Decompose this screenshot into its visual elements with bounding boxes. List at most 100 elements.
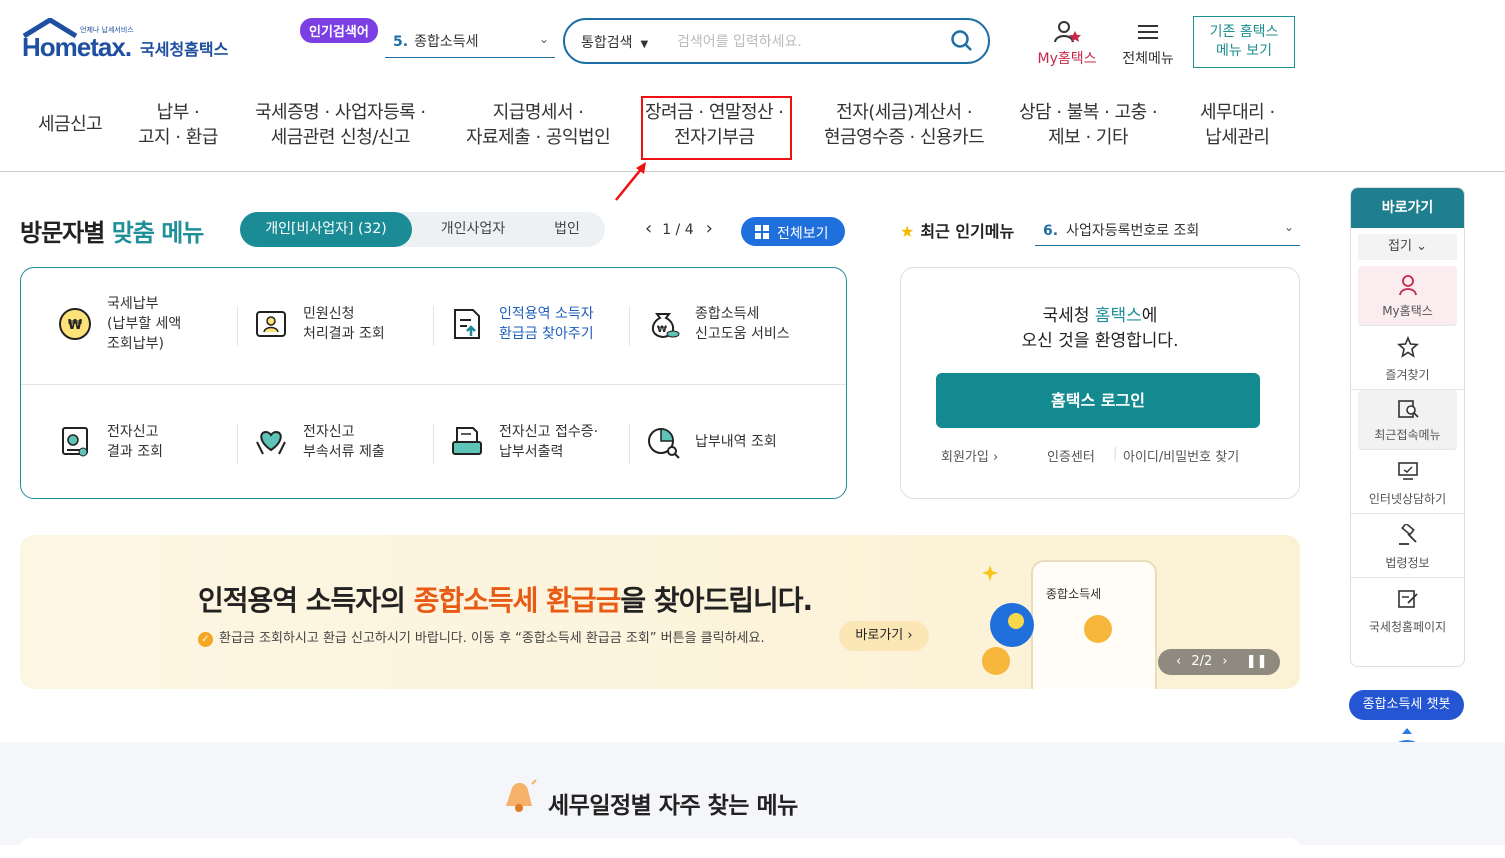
refund-document-icon: [454, 309, 480, 339]
popular-menu-value: 사업자등록번호로 조회: [1066, 223, 1200, 239]
chatbot-button[interactable]: 종합소득세 챗봇: [1349, 690, 1464, 720]
menu-pager: ‹ 1 / 4 ›: [645, 218, 713, 239]
popular-keyword: 종합소득세: [414, 34, 479, 50]
signup-link[interactable]: 회원가입 ›: [941, 446, 998, 465]
popular-search-select[interactable]: 5. 종합소득세 ⌄: [385, 24, 555, 58]
welcome-b: 에: [1141, 306, 1158, 326]
nav-e-invoice[interactable]: 전자(세금)계산서 · 현금영수증 · 신용카드: [824, 100, 985, 150]
tab-corporation[interactable]: 법인: [532, 212, 602, 247]
menu-item-label: 인적용역 소득자 환급금 찾아주기: [499, 306, 594, 342]
menu-item-label: 전자신고 부속서류 제출: [303, 424, 385, 460]
quick-item-label: 국세청홈페이지: [1368, 620, 1447, 634]
search-icon[interactable]: [950, 29, 974, 53]
menu-item-income-tax-help[interactable]: ₩ 종합소득세 신고도움 서비스: [645, 284, 825, 364]
divider: [629, 424, 630, 464]
visitor-title-b: 맞춤 메뉴: [111, 219, 205, 247]
pause-icon[interactable]: ❚❚: [1246, 654, 1268, 669]
menu-item-payment-history[interactable]: 납부내역 조회: [645, 402, 825, 482]
login-box: 국세청 홈택스에 오신 것을 환영합니다. 홈택스 로그인 회원가입 › 인증센…: [900, 267, 1300, 499]
chevron-down-icon: ⌄: [1283, 220, 1294, 234]
divider: [629, 306, 630, 346]
svg-text:₩: ₩: [657, 325, 667, 335]
pager-text: 1 / 4: [662, 222, 694, 238]
nav-consult[interactable]: 상담 · 불복 · 고충 · 제보 · 기타: [1019, 100, 1158, 150]
welcome-highlight: 홈택스: [1094, 306, 1142, 326]
schedule-card: [20, 838, 1300, 858]
menu-item-attachment-submit[interactable]: 전자신고 부속서류 제출: [253, 402, 423, 482]
cert-center-link[interactable]: 인증센터: [1047, 446, 1095, 465]
document-person-icon: [256, 311, 286, 337]
divider: [237, 424, 238, 464]
menu-item-refund-finder[interactable]: 인적용역 소득자 환급금 찾아주기: [449, 284, 619, 364]
nav-label: 납부 ·: [156, 102, 200, 123]
nav-payment[interactable]: 납부 · 고지 · 환급: [138, 100, 218, 150]
all-menu-button[interactable]: 전체메뉴: [1116, 20, 1180, 68]
nav-label: 세금관련 신청/신고: [270, 127, 411, 148]
recent-popular-select[interactable]: 6. 사업자등록번호로 조회 ⌄: [1035, 212, 1300, 246]
chevron-left-icon[interactable]: ‹: [645, 218, 652, 239]
nav-label: 상담 · 불복 · 고충 ·: [1019, 102, 1158, 123]
visitor-title-a: 방문자별: [20, 219, 105, 247]
menu-item-label: 전자신고 결과 조회: [107, 424, 163, 460]
logo-brand: Hometax.: [22, 32, 132, 62]
mascot-illustration: [982, 560, 1157, 689]
menu-item-complaint-result[interactable]: 민원신청 처리결과 조회: [253, 284, 423, 364]
quick-law-info[interactable]: 법령정보: [1351, 514, 1464, 578]
nav-tax-report[interactable]: 세금신고: [38, 112, 103, 137]
chevron-left-icon[interactable]: ‹: [1176, 654, 1181, 669]
heart-hands-icon: [256, 430, 286, 455]
fold-label: 접기: [1388, 239, 1412, 254]
bell-icon: [506, 779, 537, 812]
recent-popular-label: 최근 인기메뉴: [920, 222, 1015, 241]
menu-item-receipt-print[interactable]: 전자신고 접수증· 납부서출력: [449, 402, 619, 482]
tab-individual-business[interactable]: 개인사업자: [418, 212, 528, 247]
highlight-box: [641, 96, 792, 160]
signup-label: 회원가입: [941, 450, 989, 465]
search-category-select[interactable]: 통합검색 ▼: [581, 32, 648, 52]
nav-certificate[interactable]: 국세증명 · 사업자등록 · 세금관련 신청/신고: [255, 100, 426, 150]
quick-online-consult[interactable]: 인터넷상담하기: [1351, 450, 1464, 514]
menu-item-tax-payment[interactable]: ₩ 국세납부 (납부할 세액 조회납부): [57, 284, 227, 364]
nav-tax-agent[interactable]: 세무대리 · 납세관리: [1200, 100, 1275, 150]
chevron-right-icon[interactable]: ›: [1222, 654, 1227, 669]
chevron-down-icon: ⌄: [538, 32, 549, 46]
printer-icon: [452, 427, 482, 455]
nav-label: 납세관리: [1205, 127, 1270, 148]
refund-banner[interactable]: 인적용역 소득자의 종합소득세 환급금을 찾아드립니다. ✓ 환급금 조회하시고 …: [20, 535, 1300, 689]
quick-nts-homepage[interactable]: 국세청홈페이지: [1351, 578, 1464, 642]
search-input[interactable]: [677, 30, 937, 54]
old-hometax-menu-button[interactable]: 기존 홈택스 메뉴 보기: [1193, 16, 1295, 68]
my-hometax-label: My홈택스: [1037, 51, 1097, 67]
nav-label: 제보 · 기타: [1048, 127, 1129, 148]
view-all-button[interactable]: 전체보기: [741, 217, 845, 246]
banner-subtext: ✓ 환급금 조회하시고 환급 신고하시기 바랍니다. 이동 후 “종합소득세 환급…: [198, 627, 765, 647]
quick-menu-header: 바로가기: [1351, 188, 1464, 228]
tab-individual[interactable]: 개인[비사업자] (32): [240, 212, 412, 247]
chevron-right-icon[interactable]: ›: [706, 218, 713, 239]
recent-search-icon: [1398, 400, 1419, 418]
report-search-icon: [62, 427, 88, 457]
menu-item-label: 민원신청 처리결과 조회: [303, 306, 385, 342]
quick-my-hometax[interactable]: My홈택스: [1358, 266, 1457, 326]
money-bag-icon: ₩: [651, 313, 680, 339]
popular-rank: 5.: [393, 34, 409, 50]
my-hometax-button[interactable]: My홈택스: [1030, 20, 1104, 68]
nav-statement[interactable]: 지급명세서 · 자료제출 · 공익법인: [466, 100, 611, 150]
hometax-logo[interactable]: 언제나 납세서비스 Hometax. 국세청홈택스: [22, 16, 242, 66]
recent-popular-title: ★ 최근 인기메뉴: [900, 218, 1014, 242]
quick-item-label: 인터넷상담하기: [1368, 492, 1447, 506]
visitor-menu-box: ₩ 국세납부 (납부할 세액 조회납부) 민원신청 처리결과 조회 인적용역 소…: [20, 267, 847, 499]
banner-title-b: 을 찾아드립니다.: [620, 584, 813, 617]
quick-recent-menu[interactable]: 최근접속메뉴: [1358, 390, 1457, 450]
banner-go-button[interactable]: 바로가기 ›: [839, 621, 929, 651]
nav-label: 지급명세서 ·: [492, 102, 584, 123]
banner-card-label: 종합소득세: [1046, 587, 1102, 601]
find-id-pw-link[interactable]: 아이디/비밀번호 찾기: [1123, 446, 1239, 465]
quick-favorites[interactable]: 즐겨찾기: [1351, 326, 1464, 390]
banner-pager: ‹ 2/2 › ❚❚: [1158, 649, 1280, 675]
fold-button[interactable]: 접기 ⌄: [1358, 234, 1457, 260]
menu-item-efile-result[interactable]: 전자신고 결과 조회: [57, 402, 227, 482]
divider: |: [1113, 446, 1118, 461]
menu-item-label: 전자신고 접수증· 납부서출력: [499, 424, 599, 460]
login-button[interactable]: 홈택스 로그인: [936, 373, 1260, 428]
